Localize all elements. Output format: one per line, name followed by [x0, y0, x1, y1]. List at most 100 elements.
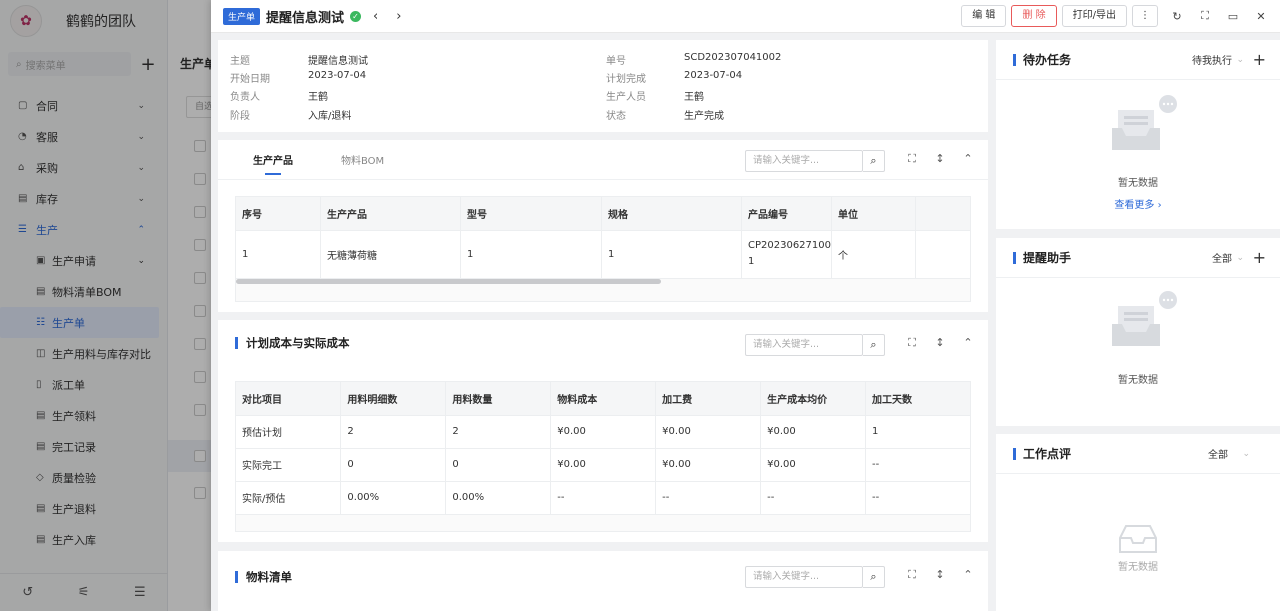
- owner-label: 负责人: [230, 92, 260, 103]
- detail-drawer: 生产单 提醒信息测试 ✓ ‹ › 编 辑 删 除 打印/导出 ⋮ ↻ ⛶ ▭ ✕…: [211, 0, 1280, 611]
- col-header: 型号: [460, 197, 602, 231]
- chevron-down-icon[interactable]: ⌄: [1236, 253, 1244, 263]
- bom-section-title: 物料清单: [235, 571, 292, 583]
- review-filter-select[interactable]: 全部: [1208, 446, 1228, 461]
- cell: 1: [865, 415, 970, 449]
- cell: --: [550, 481, 657, 515]
- table-row: 实际完工 0 0 ¥0.00 ¥0.00 ¥0.00 --: [236, 448, 970, 482]
- col-header: 物料成本: [550, 382, 657, 416]
- prev-arrow-icon[interactable]: ‹: [373, 9, 378, 24]
- cell: 0: [445, 448, 552, 482]
- chevron-down-icon[interactable]: ⌄: [1242, 449, 1250, 459]
- product-link[interactable]: 无糖薄荷糖: [320, 230, 461, 279]
- sort-icon[interactable]: ↕: [926, 568, 954, 582]
- todo-title: 待办任务: [1013, 53, 1071, 66]
- horizontal-scrollbar[interactable]: [236, 279, 661, 284]
- delete-button[interactable]: 删 除: [1011, 5, 1057, 27]
- cell: [915, 230, 970, 279]
- next-arrow-icon[interactable]: ›: [396, 9, 401, 24]
- expand-icon[interactable]: ⛶: [898, 152, 926, 166]
- status-value: 生产完成: [684, 111, 724, 122]
- keyword-search-input[interactable]: 请输入关键字...: [745, 150, 863, 172]
- cell: ¥0.00: [655, 415, 762, 449]
- cell: ¥0.00: [550, 415, 657, 449]
- drawer-header: 生产单 提醒信息测试 ✓ ‹ › 编 辑 删 除 打印/导出 ⋮ ↻ ⛶ ▭ ✕: [211, 0, 1280, 33]
- stage-value: 入库/退料: [308, 111, 352, 122]
- cell: 2: [340, 415, 447, 449]
- chevron-up-icon[interactable]: ⌃: [954, 152, 982, 166]
- plan-finish-value: 2023-07-04: [684, 70, 743, 81]
- cell: 2: [445, 415, 552, 449]
- cell: --: [865, 481, 970, 515]
- fullscreen-icon[interactable]: ⛶: [1196, 9, 1214, 23]
- col-header: 用料数量: [445, 382, 552, 416]
- col-header: 计划: [915, 197, 970, 231]
- cell: ¥0.00: [760, 448, 867, 482]
- chevron-up-icon[interactable]: ⌃: [954, 568, 982, 582]
- table-row: 实际/预估 0.00% 0.00% -- -- -- --: [236, 481, 970, 515]
- expand-icon[interactable]: ⛶: [898, 568, 926, 582]
- reminder-title: 提醒助手: [1013, 251, 1071, 264]
- expand-icon[interactable]: ⛶: [898, 336, 926, 350]
- check-circle-icon: ✓: [350, 10, 362, 22]
- view-more-label: 查看更多: [1114, 200, 1155, 211]
- col-header: 用料明细数: [340, 382, 447, 416]
- tab-products[interactable]: 生产产品: [253, 152, 293, 175]
- info-card: 主题 提醒信息测试 开始日期 2023-07-04 负责人 王鹤 阶段 入库/退…: [218, 40, 988, 132]
- chevron-down-icon[interactable]: ⌄: [1236, 55, 1244, 65]
- keyword-search-input[interactable]: 请输入关键字...: [745, 334, 863, 356]
- status-label: 状态: [606, 111, 626, 122]
- reminder-panel: 提醒助手 全部 ⌄ + 暂无数据: [996, 238, 1280, 426]
- close-icon[interactable]: ✕: [1252, 10, 1270, 23]
- sort-icon[interactable]: ↕: [926, 336, 954, 350]
- chevron-up-icon[interactable]: ⌃: [954, 336, 982, 350]
- col-header: 生产成本均价: [760, 382, 867, 416]
- products-table: 序号 生产产品 型号 规格 产品编号 单位 计划 1 无糖薄荷糖 1 1: [235, 196, 971, 302]
- tab-bom[interactable]: 物料BOM: [341, 152, 384, 167]
- edit-button[interactable]: 编 辑: [961, 5, 1007, 27]
- col-header: 规格: [601, 197, 743, 231]
- table-row: 预估计划 2 2 ¥0.00 ¥0.00 ¥0.00 1: [236, 415, 970, 449]
- search-icon[interactable]: ⌕: [863, 334, 885, 356]
- subject-value: 提醒信息测试: [308, 56, 368, 67]
- cell: 0.00%: [340, 481, 447, 515]
- col-header: 加工费: [655, 382, 762, 416]
- col-header: 对比项目: [236, 382, 342, 416]
- staff-value: 王鹤: [684, 92, 704, 103]
- cell: ¥0.00: [655, 448, 762, 482]
- owner-value: 王鹤: [308, 92, 328, 103]
- doc-title: 提醒信息测试: [266, 10, 345, 26]
- cell: --: [655, 481, 762, 515]
- order-no-label: 单号: [606, 56, 626, 67]
- review-title: 工作点评: [1013, 447, 1071, 460]
- cell: ¥0.00: [550, 448, 657, 482]
- empty-text: 暂无数据: [1118, 375, 1158, 386]
- refresh-icon[interactable]: ↻: [1168, 10, 1186, 23]
- cost-section-title: 计划成本与实际成本: [235, 337, 350, 349]
- bom-card: 物料清单 请输入关键字... ⌕ ⛶ ↕ ⌃: [218, 551, 988, 611]
- cell: 0: [340, 448, 447, 482]
- reminder-filter-select[interactable]: 全部: [1212, 250, 1232, 265]
- todo-filter-select[interactable]: 待我执行: [1192, 52, 1232, 67]
- sort-icon[interactable]: ↕: [926, 152, 954, 166]
- start-date-label: 开始日期: [230, 74, 270, 85]
- search-icon[interactable]: ⌕: [863, 150, 885, 172]
- col-header: 单位: [831, 197, 917, 231]
- cell: 1: [236, 230, 321, 279]
- more-vertical-icon[interactable]: ⋮: [1132, 5, 1158, 27]
- cell: 预估计划: [236, 415, 342, 449]
- print-export-button[interactable]: 打印/导出: [1061, 5, 1127, 27]
- view-more-link[interactable]: 查看更多 ›: [996, 196, 1280, 211]
- add-task-icon[interactable]: +: [1253, 50, 1266, 69]
- keyword-search-input[interactable]: 请输入关键字...: [745, 566, 863, 588]
- search-icon[interactable]: ⌕: [863, 566, 885, 588]
- add-reminder-icon[interactable]: +: [1253, 248, 1266, 267]
- col-header: 生产产品: [320, 197, 461, 231]
- subject-label: 主题: [230, 56, 250, 67]
- stage-label: 阶段: [230, 111, 250, 122]
- layout-icon[interactable]: ▭: [1224, 10, 1242, 23]
- doc-type-tag: 生产单: [223, 7, 261, 25]
- product-code-cell: CP20230627100 1: [741, 230, 832, 279]
- product-code-line1: CP20230627100: [748, 240, 831, 251]
- cost-card: 计划成本与实际成本 请输入关键字... ⌕ ⛶ ↕ ⌃ 对比项目 用料明细数 用…: [218, 320, 988, 542]
